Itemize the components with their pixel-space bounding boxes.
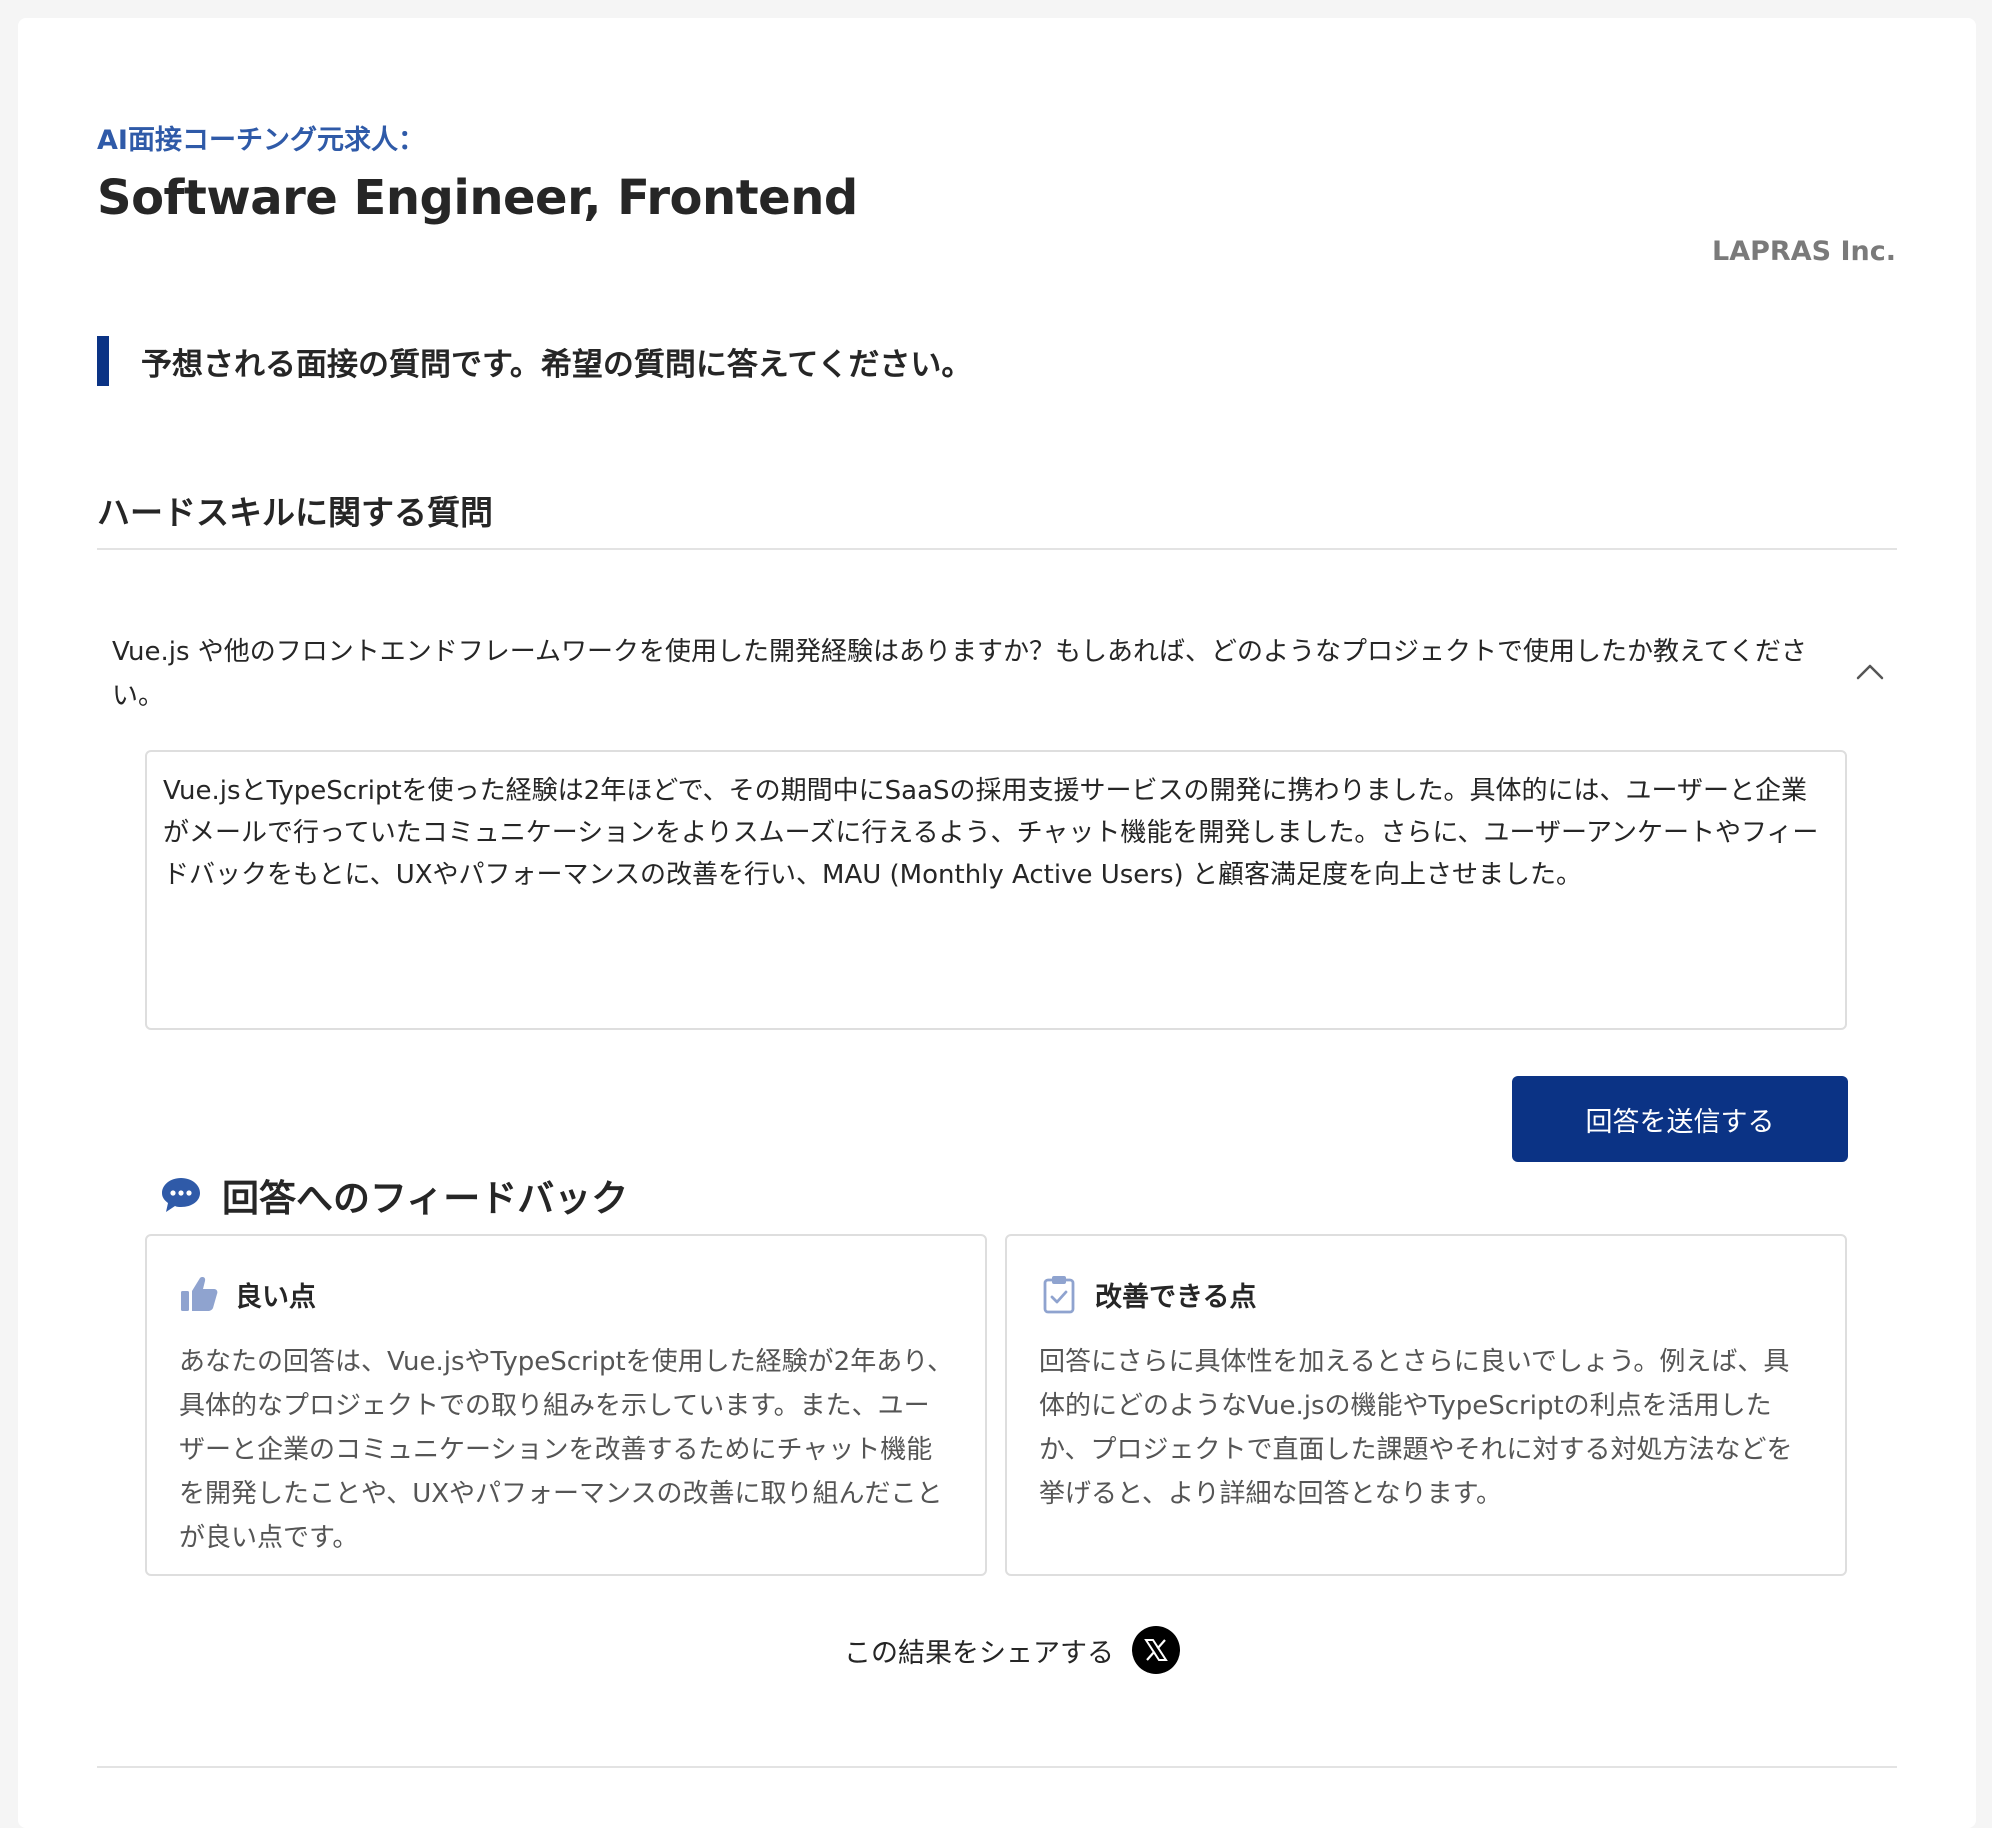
feedback-heading: 回答へのフィードバック	[160, 1168, 628, 1222]
improvement-header: 改善できる点	[1039, 1274, 1256, 1314]
share-on-x-link[interactable]: この結果をシェアする	[844, 1626, 1180, 1674]
source-job-label: AI面接コーチング元求人：	[97, 125, 425, 156]
improvement-card: 改善できる点 回答にさらに具体性を加えるとさらに良いでしょう。例えば、具体的にど…	[1005, 1234, 1847, 1576]
bottom-divider	[97, 1766, 1897, 1768]
answer-textarea[interactable]: Vue.jsとTypeScriptを使った経験は2年ほどで、その期間中にSaaS…	[145, 750, 1847, 1030]
good-points-body: あなたの回答は、Vue.jsやTypeScriptを使用した経験が2年あり、具体…	[179, 1347, 954, 1553]
chevron-up-icon[interactable]	[1854, 656, 1886, 688]
company-name: LAPRAS Inc.	[1712, 236, 1896, 267]
x-logo-icon[interactable]	[1132, 1626, 1180, 1674]
section-accent-bar	[97, 336, 109, 386]
improvement-body: 回答にさらに具体性を加えるとさらに良いでしょう。例えば、具体的にどのようなVue…	[1039, 1347, 1793, 1509]
thumbs-up-icon	[181, 1277, 218, 1311]
good-points-title: 良い点	[235, 1281, 316, 1313]
section-heading-text: 予想される面接の質問です。希望の質問に答えてください。	[141, 346, 973, 383]
divider	[97, 548, 1897, 550]
question-accordion[interactable]: Vue.js や他のフロントエンドフレームワークを使用した開発経験はありますか？…	[112, 630, 1902, 720]
good-points-header: 良い点	[179, 1274, 316, 1314]
question-text: Vue.js や他のフロントエンドフレームワークを使用した開発経験はありますか？…	[112, 637, 1807, 711]
section-heading: 予想される面接の質問です。希望の質問に答えてください。	[97, 336, 972, 386]
clipboard-check-icon	[1043, 1276, 1075, 1314]
share-label: この結果をシェアする	[844, 1637, 1114, 1669]
speech-bubble-icon	[162, 1178, 200, 1212]
interview-card: AI面接コーチング元求人： Software Engineer, Fronten…	[18, 18, 1976, 1828]
submit-answer-button[interactable]: 回答を送信する	[1512, 1076, 1848, 1162]
good-points-card: 良い点 あなたの回答は、Vue.jsやTypeScriptを使用した経験が2年あ…	[145, 1234, 987, 1576]
feedback-heading-text: 回答へのフィードバック	[222, 1177, 629, 1220]
job-title: Software Engineer, Frontend	[97, 170, 858, 226]
improvement-title: 改善できる点	[1095, 1281, 1257, 1313]
question-category-title: ハードスキルに関する質問	[97, 493, 493, 532]
